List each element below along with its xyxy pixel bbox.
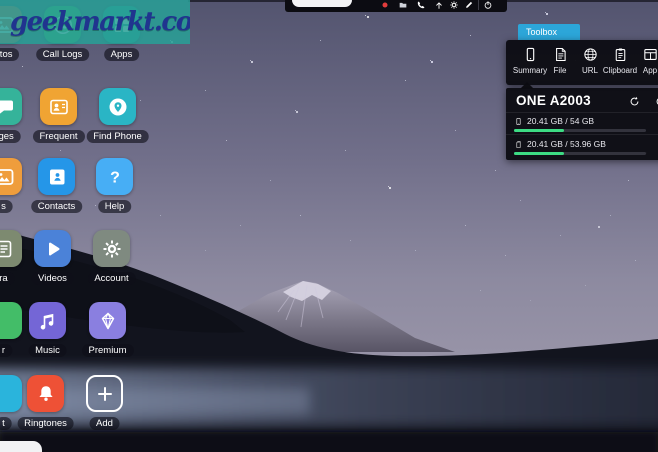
app-music[interactable]: Music — [29, 302, 66, 339]
app-add[interactable]: Add — [86, 375, 123, 412]
upload-arrow-icon[interactable] — [433, 0, 444, 10]
divider — [506, 134, 658, 135]
app-contacts[interactable]: Contacts — [38, 158, 75, 195]
contact-card-icon — [47, 95, 71, 119]
app-window-icon — [642, 46, 658, 63]
sd-storage-row: 20.41 GB / 53.96 GB — [514, 138, 658, 158]
app-label: Apps — [104, 48, 140, 61]
storage-bar — [514, 129, 646, 132]
svg-text:?: ? — [110, 169, 120, 186]
chat-icon — [0, 95, 16, 119]
storage-bar — [514, 152, 646, 155]
app-messages[interactable]: ages — [0, 88, 22, 125]
app-unknown-cyan[interactable]: t — [0, 375, 22, 412]
app-account[interactable]: Account — [93, 230, 130, 267]
gear-icon — [100, 237, 124, 261]
app-premium[interactable]: Premium — [89, 302, 126, 339]
app-files[interactable]: s — [0, 158, 22, 195]
plus-icon — [93, 382, 117, 406]
toolbox-panel: Summary File URL Clipboard App — [506, 40, 658, 85]
tool-label: URL — [582, 66, 598, 75]
app-label: Contacts — [31, 200, 83, 213]
play-icon — [41, 237, 65, 261]
tool-app[interactable]: App — [636, 40, 658, 85]
device-summary-panel: ONE A2003 20.41 GB / 54 GB 20.41 GB / 53… — [506, 88, 658, 160]
folder-icon[interactable] — [397, 0, 408, 10]
file-icon — [552, 46, 569, 63]
divider — [506, 112, 658, 113]
watermark-text: geekmarkt.com — [0, 7, 190, 37]
bell-icon — [34, 382, 58, 406]
app-videos[interactable]: Videos — [34, 230, 71, 267]
device-name: ONE A2003 — [516, 93, 591, 108]
sd-card-icon — [514, 140, 527, 149]
tool-url[interactable]: URL — [576, 40, 604, 85]
tool-label: File — [554, 66, 567, 75]
gear-icon[interactable] — [448, 0, 459, 10]
app-label: Find Phone — [86, 130, 149, 143]
refresh-icon[interactable] — [628, 95, 641, 108]
app-label: Call Logs — [36, 48, 90, 61]
app-label: Help — [98, 200, 132, 213]
app-label: Account — [87, 272, 135, 285]
clipboard-icon — [612, 46, 629, 63]
app-unknown-green[interactable]: r — [0, 302, 22, 339]
app-label: Ringtones — [17, 417, 74, 430]
app-label: ages — [0, 130, 21, 143]
notes-icon — [0, 237, 16, 261]
storage-bar-fill — [514, 152, 564, 155]
contacts-book-icon — [45, 165, 69, 189]
tool-label: App — [643, 66, 657, 75]
app-label: s — [0, 200, 13, 213]
diamond-icon — [96, 309, 120, 333]
phone-storage-icon — [514, 117, 527, 126]
phone-manager-screen: otos Call Logs Apps ages Frequent Find P… — [0, 0, 658, 452]
tool-label: Summary — [513, 66, 547, 75]
app-label: Add — [89, 417, 120, 430]
app-find-phone[interactable]: Find Phone — [99, 88, 136, 125]
record-icon[interactable] — [379, 0, 390, 10]
question-icon: ? — [103, 165, 127, 189]
music-note-icon — [36, 309, 60, 333]
app-label: Videos — [31, 272, 74, 285]
browser-toolbar — [285, 0, 507, 12]
storage-value: 20.41 GB / 53.96 GB — [527, 139, 606, 149]
image-icon — [0, 165, 16, 189]
storage-value: 20.41 GB / 54 GB — [527, 116, 594, 126]
pencil-icon[interactable] — [463, 0, 474, 10]
app-label: Frequent — [32, 130, 84, 143]
tool-summary[interactable]: Summary — [516, 40, 544, 85]
smartphone-icon — [522, 46, 539, 63]
find-phone-icon — [106, 95, 130, 119]
storage-bar-fill — [514, 129, 564, 132]
app-label: Premium — [81, 344, 133, 357]
power-icon[interactable] — [482, 0, 493, 10]
app-help[interactable]: ? Help — [96, 158, 133, 195]
tool-clipboard[interactable]: Clipboard — [606, 40, 634, 85]
phone-call-icon[interactable] — [415, 0, 426, 10]
app-frequent[interactable]: Frequent — [40, 88, 77, 125]
tool-file[interactable]: File — [546, 40, 574, 85]
toolbar-divider — [478, 0, 479, 10]
app-camera[interactable]: ra — [0, 230, 22, 267]
toolbox-tab-label: Toolbox — [526, 27, 557, 37]
internal-storage-row: 20.41 GB / 54 GB — [514, 115, 658, 135]
app-label: Music — [28, 344, 67, 357]
app-ringtones[interactable]: Ringtones — [27, 375, 64, 412]
toolbox-tab[interactable]: Toolbox — [518, 24, 580, 40]
bottom-left-popup — [0, 441, 42, 452]
address-bar[interactable] — [292, 0, 352, 7]
app-label: otos — [0, 48, 19, 61]
refresh-icon[interactable] — [654, 95, 658, 108]
geekmarkt-watermark: geekmarkt.com — [0, 0, 190, 44]
globe-icon — [582, 46, 599, 63]
app-label: t — [0, 417, 12, 430]
tool-label: Clipboard — [603, 66, 637, 75]
